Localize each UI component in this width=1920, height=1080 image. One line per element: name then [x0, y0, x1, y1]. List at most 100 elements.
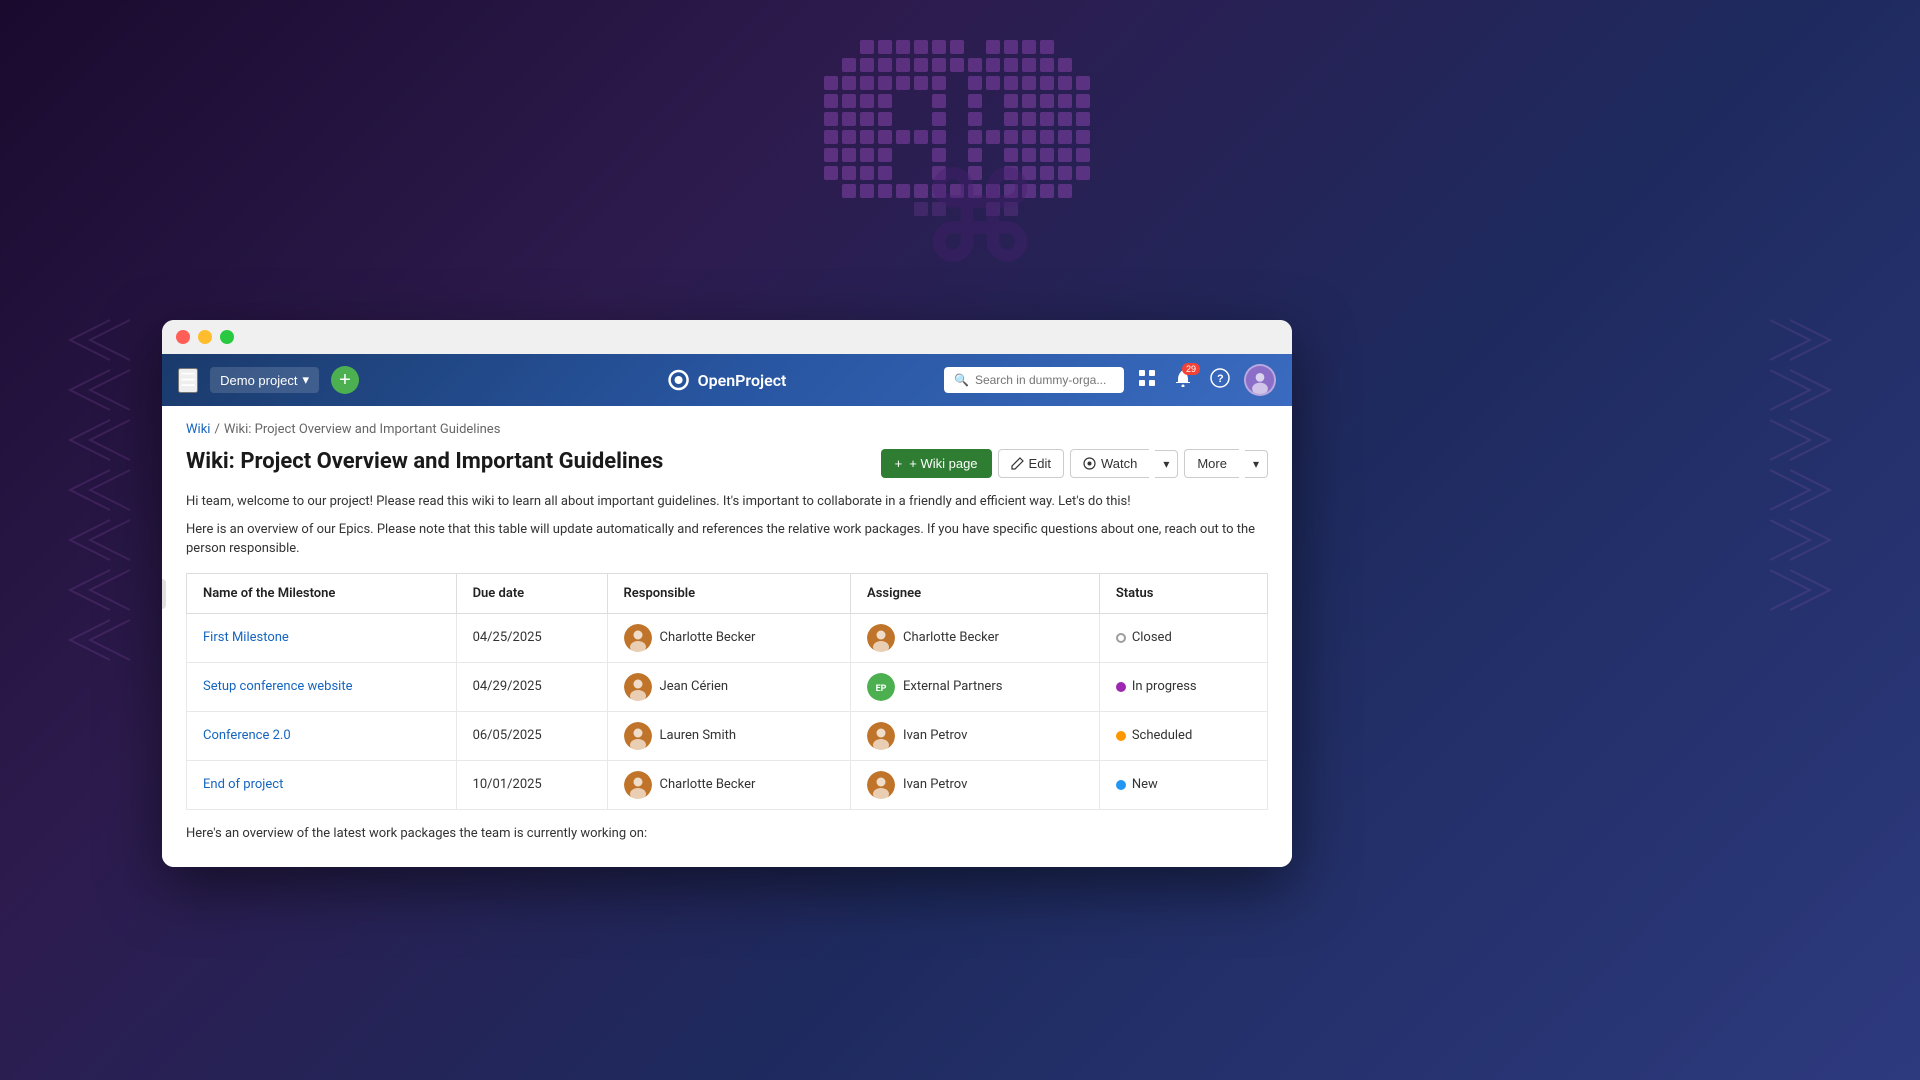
project-selector-button[interactable]: Demo project ▾: [210, 367, 319, 393]
more-button[interactable]: More: [1184, 449, 1239, 478]
watch-icon: [1083, 457, 1096, 470]
window-minimize-dot[interactable]: [198, 330, 212, 344]
window-close-dot[interactable]: [176, 330, 190, 344]
cell-name: First Milestone: [187, 613, 457, 662]
project-name-label: Demo project: [220, 373, 297, 388]
assignee-name: Ivan Petrov: [903, 777, 967, 792]
col-header-assignee: Assignee: [851, 573, 1100, 613]
table-header-row: Name of the Milestone Due date Responsib…: [187, 573, 1268, 613]
col-header-responsible: Responsible: [607, 573, 851, 613]
table-row: End of project10/01/2025 Charlotte Becke…: [187, 760, 1268, 809]
project-dropdown-icon: ▾: [302, 372, 309, 388]
chevron-right-decoration: [1730, 300, 1890, 700]
status-label: New: [1132, 777, 1158, 792]
status-label: Closed: [1132, 630, 1172, 645]
wiki-page-button[interactable]: + + Wiki page: [881, 449, 992, 478]
assignee-avatar: EP: [867, 673, 895, 701]
table-row: Conference 2.006/05/2025 Lauren Smith Iv…: [187, 711, 1268, 760]
watch-label: Watch: [1101, 456, 1137, 471]
cell-status: In progress: [1099, 662, 1267, 711]
search-box[interactable]: 🔍: [944, 367, 1124, 393]
edit-label: Edit: [1029, 456, 1051, 471]
help-button[interactable]: ?: [1206, 364, 1234, 397]
more-label: More: [1197, 456, 1227, 471]
responsible-name: Charlotte Becker: [660, 630, 756, 645]
assignee-avatar: [867, 624, 895, 652]
watch-dropdown-button[interactable]: ▾: [1155, 450, 1178, 478]
assignee-name: Charlotte Becker: [903, 630, 999, 645]
notifications-button[interactable]: 29: [1170, 365, 1196, 396]
svg-text:EP: EP: [876, 684, 887, 694]
col-header-status: Status: [1099, 573, 1267, 613]
svg-text:⌘: ⌘: [920, 150, 1040, 290]
table-row: Setup conference website04/29/2025 Jean …: [187, 662, 1268, 711]
cell-due-date: 04/25/2025: [456, 613, 607, 662]
hamburger-menu-button[interactable]: ☰: [178, 368, 198, 393]
cell-responsible: Charlotte Becker: [607, 613, 851, 662]
help-icon: ?: [1210, 368, 1230, 388]
status-label: In progress: [1132, 679, 1197, 694]
status-dot: [1116, 633, 1126, 643]
responsible-avatar: [624, 673, 652, 701]
breadcrumb-current: Wiki: Project Overview and Important Gui…: [224, 422, 501, 437]
svg-text:?: ?: [1217, 373, 1224, 385]
assignee-avatar: [867, 722, 895, 750]
logo-text: OpenProject: [698, 371, 787, 390]
grid-icon: [1138, 369, 1156, 387]
browser-window: ☰ Demo project ▾ + OpenProject 🔍: [162, 320, 1292, 867]
more-dropdown-button[interactable]: ▾: [1245, 450, 1268, 478]
plus-icon: +: [895, 456, 903, 471]
status-dot: [1116, 780, 1126, 790]
responsible-name: Lauren Smith: [660, 728, 737, 743]
notification-count-badge: 29: [1182, 363, 1200, 375]
cell-assignee: Charlotte Becker: [851, 613, 1100, 662]
responsible-avatar: [624, 722, 652, 750]
responsible-name: Jean Cérien: [660, 679, 729, 694]
cell-status: Scheduled: [1099, 711, 1267, 760]
assignee-name: External Partners: [903, 679, 1002, 694]
cell-name: Setup conference website: [187, 662, 457, 711]
openproject-logo: OpenProject: [668, 369, 787, 391]
avatar-image: [1246, 364, 1274, 396]
cell-due-date: 10/01/2025: [456, 760, 607, 809]
responsible-avatar: [624, 624, 652, 652]
breadcrumb-separator: /: [214, 422, 219, 437]
cell-assignee: EP External Partners: [851, 662, 1100, 711]
page-title: Wiki: Project Overview and Important Gui…: [186, 449, 663, 474]
user-avatar[interactable]: [1244, 364, 1276, 396]
status-label: Scheduled: [1132, 728, 1192, 743]
wiki-page-label: + Wiki page: [909, 456, 977, 471]
col-header-name: Name of the Milestone: [187, 573, 457, 613]
cell-status: New: [1099, 760, 1267, 809]
logo-icon: [668, 369, 690, 391]
col-header-due: Due date: [456, 573, 607, 613]
cell-name: End of project: [187, 760, 457, 809]
cell-due-date: 04/29/2025: [456, 662, 607, 711]
wiki-content: Wiki / Wiki: Project Overview and Import…: [162, 406, 1292, 867]
cell-assignee: Ivan Petrov: [851, 711, 1100, 760]
responsible-avatar: [624, 771, 652, 799]
breadcrumb-wiki-link[interactable]: Wiki: [186, 422, 210, 437]
cell-responsible: Lauren Smith: [607, 711, 851, 760]
browser-chrome: [162, 320, 1292, 354]
responsible-name: Charlotte Becker: [660, 777, 756, 792]
search-input[interactable]: [975, 373, 1115, 387]
status-dot: [1116, 682, 1126, 692]
page-title-row: Wiki: Project Overview and Important Gui…: [186, 449, 1268, 478]
cell-name: Conference 2.0: [187, 711, 457, 760]
sidebar-collapse-button[interactable]: ›: [162, 579, 166, 609]
watch-button[interactable]: Watch: [1070, 449, 1149, 478]
grid-view-button[interactable]: [1134, 365, 1160, 396]
cell-status: Closed: [1099, 613, 1267, 662]
window-maximize-dot[interactable]: [220, 330, 234, 344]
table-row: First Milestone04/25/2025 Charlotte Beck…: [187, 613, 1268, 662]
assignee-avatar: [867, 771, 895, 799]
cell-assignee: Ivan Petrov: [851, 760, 1100, 809]
cell-responsible: Jean Cérien: [607, 662, 851, 711]
topbar: ☰ Demo project ▾ + OpenProject 🔍: [162, 354, 1292, 406]
edit-icon: [1011, 457, 1024, 470]
edit-button[interactable]: Edit: [998, 449, 1064, 478]
footer-description: Here's an overview of the latest work pa…: [186, 824, 1268, 844]
add-new-button[interactable]: +: [331, 366, 359, 394]
search-icon: 🔍: [954, 373, 969, 387]
